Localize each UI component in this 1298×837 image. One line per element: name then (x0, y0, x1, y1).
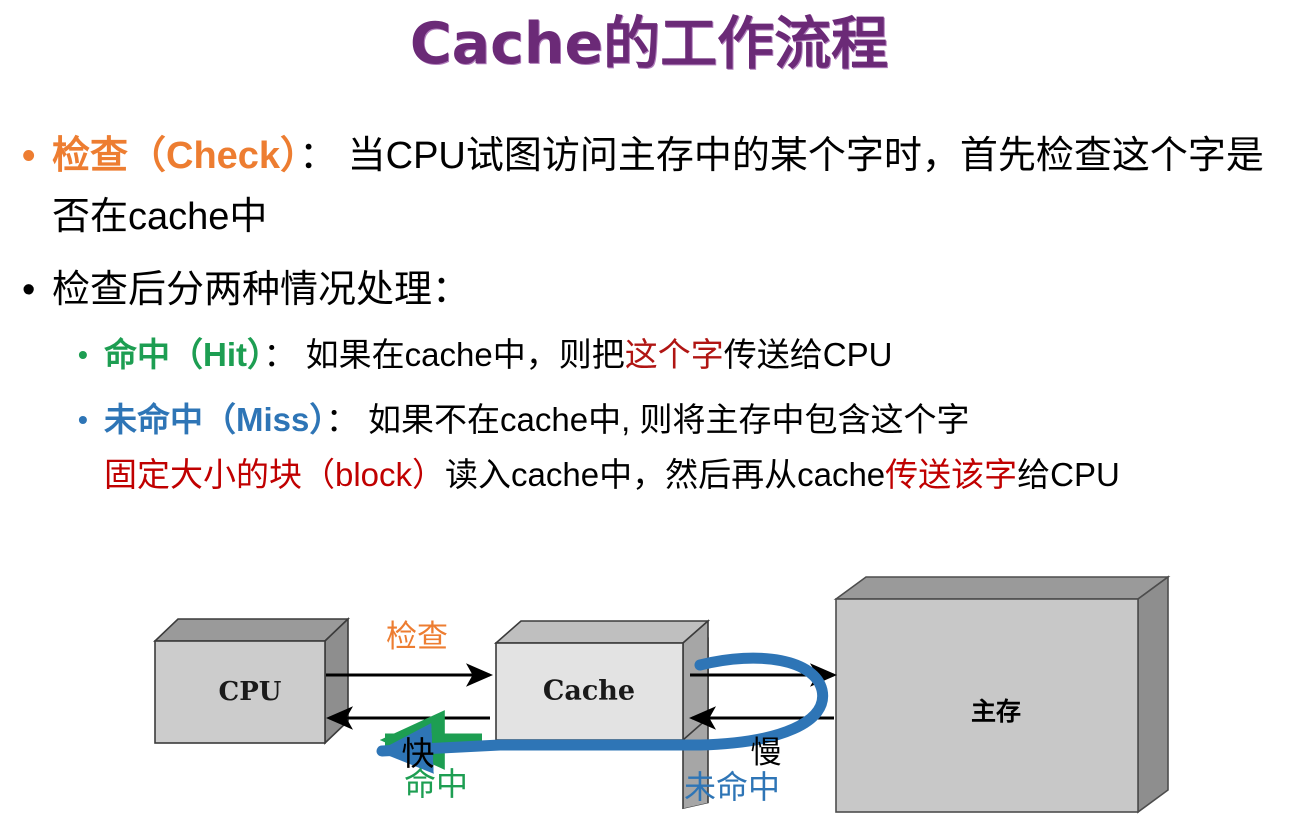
bullet-check-keyword: 检查（Check） (52, 135, 300, 177)
bullet-hit-body-1: ： 如果在cache中，则把 (263, 336, 625, 373)
bullet-marker-icon: • (22, 269, 36, 311)
bullet-hit: • 命中（Hit）： 如果在cache中，则把这个字传送给CPU (0, 327, 1298, 382)
bullet-miss-highlight-2: 传送该字 (885, 456, 1018, 493)
bullet-hit-highlight: 这个字 (624, 336, 724, 373)
diagram-box-memory: 主存 (833, 575, 1171, 814)
diagram-label-check: 检查 (386, 619, 448, 655)
slide-body: • 检查（Check）： 当CPU试图访问主存中的某个字时，首先检查这个字是否在c… (0, 126, 1298, 502)
bullet-miss-keyword: 未命中（Miss） (104, 401, 326, 438)
bullet-hit-keyword: 命中（Hit） (104, 336, 264, 373)
cache-label: Cache (543, 676, 635, 707)
bullet-check: • 检查（Check）： 当CPU试图访问主存中的某个字时，首先检查这个字是否在c… (0, 126, 1298, 248)
cache-workflow-diagram: 主存 Cache CPU 检查 快 命中 慢 未命中 (0, 555, 1298, 837)
bullet-miss-body-2: 读入cache中，然后再从cache (445, 456, 886, 493)
page-title: Cache的工作流程 (409, 11, 889, 77)
diagram-label-hit: 命中 (404, 765, 468, 803)
diagram-box-cache: Cache (493, 619, 711, 810)
diagram-label-miss: 未命中 (684, 768, 780, 806)
bullet-two-cases-text: 检查后分两种情况处理： (52, 269, 471, 311)
cpu-label: CPU (219, 677, 282, 707)
bullet-marker-icon: • (78, 339, 88, 370)
bullet-miss-body-3: 给CPU (1017, 456, 1120, 493)
bullet-miss-highlight-1: 固定大小的块（block） (104, 456, 446, 493)
bullet-miss: • 未命中（Miss）： 如果不在cache中, 则将主存中包含这个字固定大小的块… (0, 392, 1298, 502)
diagram-label-slow: 慢 (751, 735, 782, 771)
diagram-box-cpu: CPU (153, 617, 350, 745)
bullet-hit-body-2: 传送给CPU (723, 336, 893, 373)
bullet-marker-icon: • (78, 404, 88, 435)
memory-label: 主存 (971, 697, 1021, 726)
bullet-two-cases: • 检查后分两种情况处理： (0, 260, 1298, 321)
bullet-miss-body-1: ： 如果不在cache中, 则将主存中包含这个字 (325, 401, 970, 438)
bullet-marker-icon: • (22, 135, 36, 177)
